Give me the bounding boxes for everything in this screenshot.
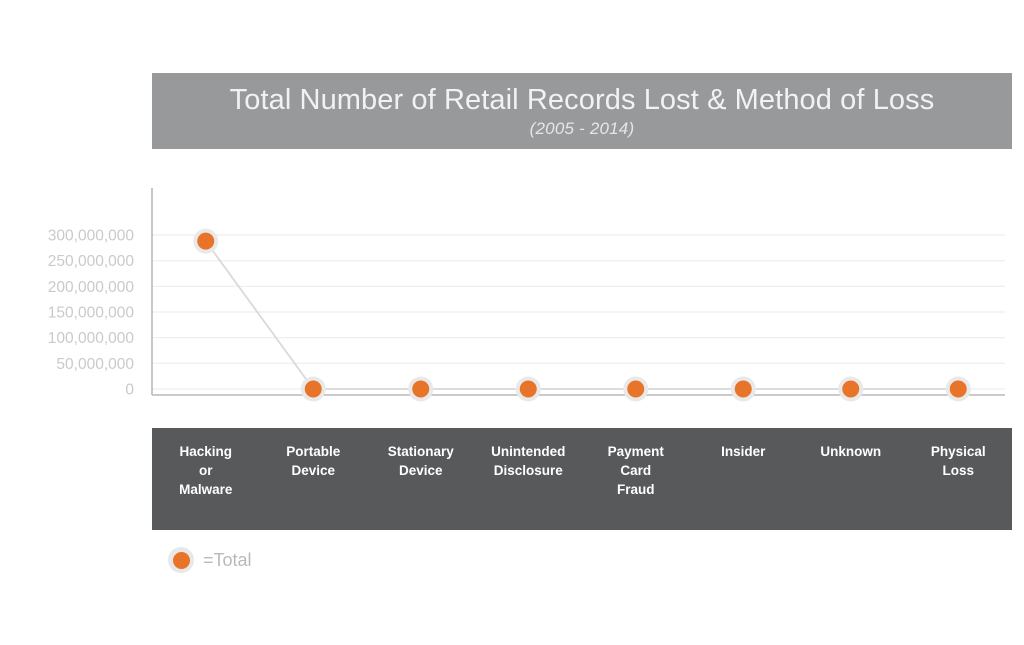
category-label-line: Unintended — [491, 444, 566, 459]
chart-title-bar: Total Number of Retail Records Lost & Me… — [152, 73, 1012, 149]
category-label-3: Stationary Device — [367, 428, 475, 530]
data-point-marker[interactable] — [838, 376, 864, 402]
marker-dot — [519, 380, 537, 398]
y-axis-tick-label: 250,000,000 — [48, 253, 135, 270]
chart-legend: =Total — [168, 546, 252, 574]
y-axis-tick-label: 300,000,000 — [48, 228, 135, 245]
data-point-marker[interactable] — [623, 376, 649, 402]
data-point-marker[interactable] — [945, 376, 971, 402]
marker-dot — [304, 380, 322, 398]
category-label-8: Physical Loss — [905, 428, 1013, 530]
plot-area: 300,000,000 250,000,000 200,000,000 150,000… — [0, 180, 1024, 410]
category-label-line: Payment — [607, 444, 664, 459]
y-axis-tick-label: 0 — [125, 382, 134, 399]
category-label-2: Portable Device — [260, 428, 368, 530]
category-label-line: Card — [620, 463, 652, 479]
data-point-marker[interactable] — [730, 376, 756, 402]
chart-subtitle: (2005 - 2014) — [529, 119, 635, 139]
data-point-marker[interactable] — [408, 376, 434, 402]
category-label-line: Disclosure — [493, 463, 563, 479]
category-label-7: Unknown — [797, 428, 905, 530]
data-point-marker[interactable] — [300, 376, 326, 402]
marker-dot — [842, 380, 860, 398]
category-label-line: Device — [291, 463, 336, 479]
y-axis-tick-label: 50,000,000 — [56, 356, 134, 373]
legend-marker-total-icon — [168, 547, 194, 573]
chart-title: Total Number of Retail Records Lost & Me… — [229, 83, 935, 116]
category-axis-bar: Hacking or Malware Portable Device Stationary… — [152, 428, 1012, 530]
marker-dot — [734, 380, 752, 398]
marker-dot — [627, 380, 645, 398]
data-point-marker[interactable] — [515, 376, 541, 402]
category-label-6: Insider — [690, 428, 798, 530]
data-point-marker[interactable] — [193, 228, 219, 254]
marker-dot — [197, 232, 215, 250]
category-label-line: Stationary — [387, 444, 454, 459]
chart-figure: Total Number of Retail Records Lost & Me… — [0, 0, 1024, 645]
category-label-line: Hacking — [179, 444, 233, 459]
category-label-line: Fraud — [616, 482, 655, 498]
legend-label-total: =Total — [203, 549, 252, 570]
category-label-4: Unintended Disclosure — [475, 428, 583, 530]
category-label-1: Hacking or Malware — [152, 428, 260, 530]
category-label-line: Insider — [721, 444, 766, 459]
category-label-line: Portable — [286, 444, 341, 459]
category-label-5: Payment Card Fraud — [582, 428, 690, 530]
y-axis-tick-label: 150,000,000 — [48, 305, 135, 322]
category-label-line: Loss — [942, 463, 974, 479]
plot-svg: 300,000,000 250,000,000 200,000,000 150,000… — [48, 188, 1005, 402]
category-label-line: Device — [398, 463, 443, 479]
y-axis-tick-label: 200,000,000 — [48, 279, 135, 296]
category-label-line: Physical — [930, 444, 986, 459]
category-label-line: or — [199, 463, 213, 479]
series-line-total — [205, 240, 959, 390]
category-label-line: Malware — [179, 482, 233, 498]
y-axis-tick-label: 100,000,000 — [48, 330, 135, 347]
marker-dot — [949, 380, 967, 398]
marker-dot — [412, 380, 430, 398]
category-label-line: Unknown — [820, 444, 882, 459]
